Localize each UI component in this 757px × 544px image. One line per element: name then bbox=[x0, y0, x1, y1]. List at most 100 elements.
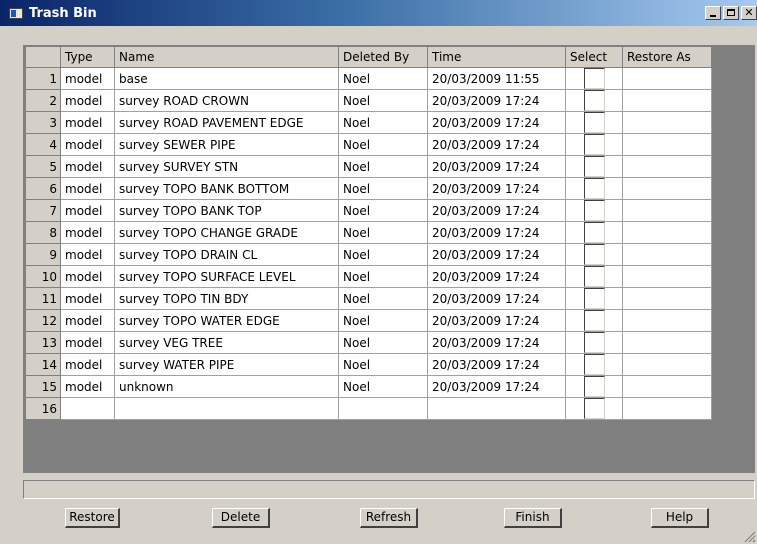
cell-time[interactable]: 20/03/2009 17:24 bbox=[427, 199, 566, 222]
cell-name[interactable]: survey ROAD PAVEMENT EDGE bbox=[114, 111, 339, 134]
cell-restore-as[interactable] bbox=[622, 265, 712, 288]
cell-type[interactable]: model bbox=[60, 221, 115, 244]
select-checkbox[interactable] bbox=[583, 266, 605, 287]
row-number[interactable]: 13 bbox=[25, 331, 61, 354]
row-number[interactable]: 15 bbox=[25, 375, 61, 398]
select-checkbox[interactable] bbox=[583, 332, 605, 353]
row-number[interactable]: 9 bbox=[25, 243, 61, 266]
cell-restore-as[interactable] bbox=[622, 177, 712, 200]
close-button[interactable]: ✕ bbox=[741, 6, 757, 20]
cell-deleted-by[interactable] bbox=[338, 397, 428, 420]
table-row[interactable]: 9 model survey TOPO DRAIN CL Noel 20/03/2009… bbox=[25, 243, 712, 266]
cell-deleted-by[interactable]: Noel bbox=[338, 111, 428, 134]
column-header-type[interactable]: Type bbox=[60, 46, 115, 68]
cell-name[interactable]: survey ROAD CROWN bbox=[114, 89, 339, 112]
cell-name[interactable]: survey TOPO DRAIN CL bbox=[114, 243, 339, 266]
cell-type[interactable]: model bbox=[60, 89, 115, 112]
cell-name[interactable]: survey TOPO BANK BOTTOM bbox=[114, 177, 339, 200]
cell-type[interactable]: model bbox=[60, 243, 115, 266]
select-checkbox[interactable] bbox=[583, 200, 605, 221]
table-row[interactable]: 5 model survey SURVEY STN Noel 20/03/2009 17… bbox=[25, 155, 712, 178]
cell-type[interactable]: model bbox=[60, 133, 115, 156]
refresh-button[interactable]: Refresh bbox=[360, 508, 418, 528]
title-bar[interactable]: Trash Bin ✕ bbox=[0, 0, 757, 26]
table-row[interactable]: 6 model survey TOPO BANK BOTTOM Noel 20/03/2… bbox=[25, 177, 712, 200]
row-number[interactable]: 11 bbox=[25, 287, 61, 310]
select-checkbox[interactable] bbox=[583, 68, 605, 89]
finish-button[interactable]: Finish bbox=[504, 508, 562, 528]
cell-time[interactable]: 20/03/2009 17:24 bbox=[427, 375, 566, 398]
cell-time[interactable]: 20/03/2009 17:24 bbox=[427, 353, 566, 376]
cell-deleted-by[interactable]: Noel bbox=[338, 89, 428, 112]
row-number[interactable]: 16 bbox=[25, 397, 61, 420]
cell-name[interactable]: survey SEWER PIPE bbox=[114, 133, 339, 156]
column-header-deleted-by[interactable]: Deleted By bbox=[338, 46, 428, 68]
cell-restore-as[interactable] bbox=[622, 89, 712, 112]
row-number[interactable]: 1 bbox=[25, 67, 61, 90]
cell-name[interactable]: survey TOPO BANK TOP bbox=[114, 199, 339, 222]
select-checkbox[interactable] bbox=[583, 156, 605, 177]
cell-restore-as[interactable] bbox=[622, 111, 712, 134]
cell-time[interactable]: 20/03/2009 17:24 bbox=[427, 309, 566, 332]
cell-type[interactable]: model bbox=[60, 177, 115, 200]
restore-button[interactable]: Restore bbox=[65, 508, 120, 528]
select-checkbox[interactable] bbox=[583, 288, 605, 309]
cell-type[interactable]: model bbox=[60, 331, 115, 354]
cell-type[interactable]: model bbox=[60, 353, 115, 376]
cell-deleted-by[interactable]: Noel bbox=[338, 177, 428, 200]
select-checkbox[interactable] bbox=[583, 244, 605, 265]
row-number[interactable]: 12 bbox=[25, 309, 61, 332]
cell-type[interactable] bbox=[60, 397, 115, 420]
cell-deleted-by[interactable]: Noel bbox=[338, 199, 428, 222]
table-row[interactable]: 3 model survey ROAD PAVEMENT EDGE Noel 20/03… bbox=[25, 111, 712, 134]
cell-type[interactable]: model bbox=[60, 67, 115, 90]
cell-restore-as[interactable] bbox=[622, 331, 712, 354]
row-number[interactable]: 10 bbox=[25, 265, 61, 288]
select-checkbox[interactable] bbox=[583, 112, 605, 133]
select-checkbox[interactable] bbox=[583, 90, 605, 111]
cell-restore-as[interactable] bbox=[622, 375, 712, 398]
table-row[interactable]: 11 model survey TOPO TIN BDY Noel 20/03/2009… bbox=[25, 287, 712, 310]
cell-restore-as[interactable] bbox=[622, 353, 712, 376]
select-checkbox[interactable] bbox=[583, 354, 605, 375]
cell-time[interactable] bbox=[427, 397, 566, 420]
cell-deleted-by[interactable]: Noel bbox=[338, 67, 428, 90]
cell-time[interactable]: 20/03/2009 17:24 bbox=[427, 177, 566, 200]
cell-type[interactable]: model bbox=[60, 287, 115, 310]
help-button[interactable]: Help bbox=[651, 508, 709, 528]
select-checkbox[interactable] bbox=[583, 178, 605, 199]
cell-type[interactable]: model bbox=[60, 265, 115, 288]
select-checkbox[interactable] bbox=[583, 222, 605, 243]
table-row[interactable]: 7 model survey TOPO BANK TOP Noel 20/03/2009… bbox=[25, 199, 712, 222]
cell-time[interactable]: 20/03/2009 17:24 bbox=[427, 155, 566, 178]
row-number[interactable]: 8 bbox=[25, 221, 61, 244]
table-row[interactable]: 14 model survey WATER PIPE Noel 20/03/2009 1… bbox=[25, 353, 712, 376]
cell-time[interactable]: 20/03/2009 17:24 bbox=[427, 133, 566, 156]
cell-restore-as[interactable] bbox=[622, 67, 712, 90]
column-header-select[interactable]: Select bbox=[565, 46, 623, 68]
cell-restore-as[interactable] bbox=[622, 243, 712, 266]
cell-deleted-by[interactable]: Noel bbox=[338, 265, 428, 288]
cell-restore-as[interactable] bbox=[622, 133, 712, 156]
cell-restore-as[interactable] bbox=[622, 155, 712, 178]
column-header-time[interactable]: Time bbox=[427, 46, 566, 68]
table-row[interactable]: 13 model survey VEG TREE Noel 20/03/2009 17:… bbox=[25, 331, 712, 354]
cell-name[interactable] bbox=[114, 397, 339, 420]
select-checkbox[interactable] bbox=[583, 134, 605, 155]
cell-restore-as[interactable] bbox=[622, 309, 712, 332]
delete-button[interactable]: Delete bbox=[212, 508, 270, 528]
row-number[interactable]: 7 bbox=[25, 199, 61, 222]
row-number[interactable]: 6 bbox=[25, 177, 61, 200]
cell-time[interactable]: 20/03/2009 17:24 bbox=[427, 221, 566, 244]
table-row[interactable]: 12 model survey TOPO WATER EDGE Noel 20/03/2… bbox=[25, 309, 712, 332]
cell-time[interactable]: 20/03/2009 17:24 bbox=[427, 243, 566, 266]
cell-deleted-by[interactable]: Noel bbox=[338, 309, 428, 332]
row-number[interactable]: 4 bbox=[25, 133, 61, 156]
cell-restore-as[interactable] bbox=[622, 221, 712, 244]
cell-name[interactable]: survey WATER PIPE bbox=[114, 353, 339, 376]
table-row[interactable]: 16 bbox=[25, 397, 712, 420]
cell-type[interactable]: model bbox=[60, 155, 115, 178]
select-checkbox[interactable] bbox=[583, 398, 605, 419]
cell-type[interactable]: model bbox=[60, 111, 115, 134]
row-number[interactable]: 5 bbox=[25, 155, 61, 178]
